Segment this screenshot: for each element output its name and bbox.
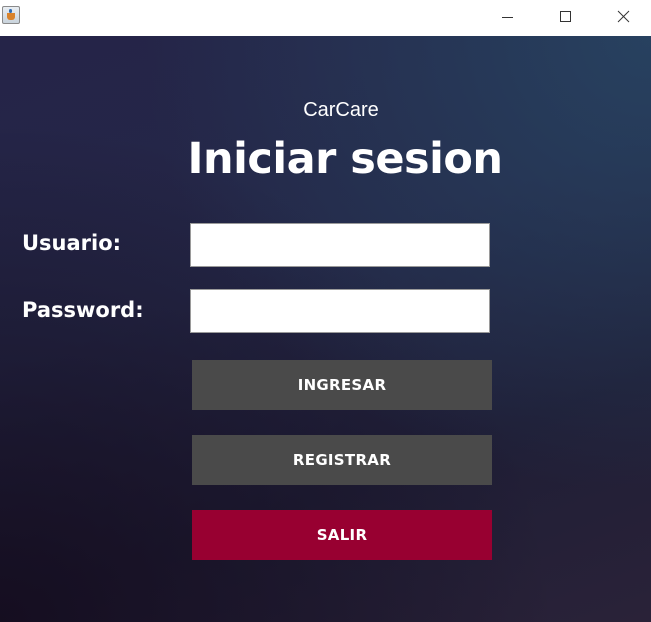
maximize-icon [560,11,571,22]
username-label: Usuario: [22,231,122,255]
brand-name: CarCare [303,99,379,121]
close-icon [617,10,630,23]
username-input[interactable] [190,223,490,267]
minimize-button[interactable] [478,0,536,34]
password-input[interactable] [190,289,490,333]
register-button[interactable]: REGISTRAR [192,435,492,485]
close-button[interactable] [594,0,651,34]
exit-button[interactable]: SALIR [192,510,492,560]
app-window: CarCare Iniciar sesion Usuario: Password… [0,0,651,622]
login-button[interactable]: INGRESAR [192,360,492,410]
page-title: Iniciar sesion [187,134,503,184]
java-coffee-icon[interactable] [2,6,20,24]
title-bar [0,0,651,36]
maximize-button[interactable] [536,0,594,34]
password-label: Password: [22,298,144,322]
minimize-icon [502,17,513,18]
login-panel: CarCare Iniciar sesion Usuario: Password… [0,36,651,622]
